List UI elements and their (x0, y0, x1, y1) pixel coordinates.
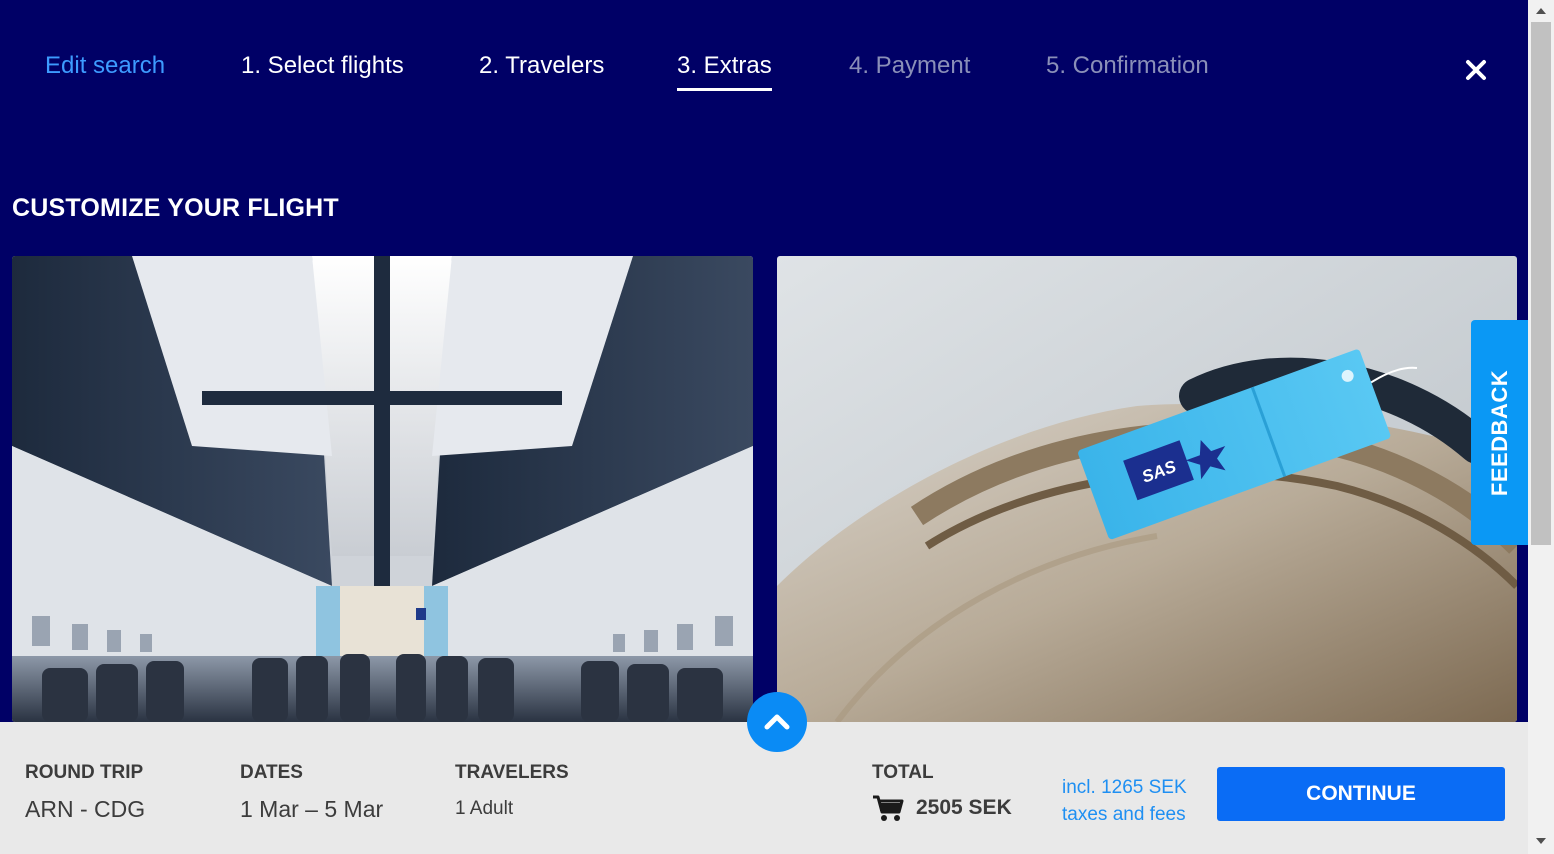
total-amount: 2505 SEK (916, 796, 1012, 819)
feedback-label: FEEDBACK (1486, 369, 1512, 496)
edit-search-link[interactable]: Edit search (45, 52, 165, 80)
step-extras-active[interactable]: 3. Extras (677, 52, 772, 91)
dates-label: DATES (240, 762, 303, 783)
taxes-line-2: taxes and fees (1062, 804, 1186, 825)
suitcase-tag-image: SAS (777, 256, 1517, 722)
step-select-flights[interactable]: 1. Select flights (241, 52, 404, 80)
baggage-card[interactable]: SAS (777, 256, 1517, 722)
cart-icon (873, 795, 904, 821)
total-price: 2505 SEK (872, 794, 1012, 822)
travelers-label: TRAVELERS (455, 762, 569, 783)
scrollbar-thumb[interactable] (1531, 22, 1551, 545)
booking-steps-nav: Edit search 1. Select flights 2. Travele… (0, 0, 1528, 130)
scroll-up-arrow-icon[interactable] (1536, 8, 1546, 14)
aircraft-cabin-image (12, 256, 753, 722)
scroll-down-arrow-icon[interactable] (1536, 838, 1546, 844)
page-title: CUSTOMIZE YOUR FLIGHT (12, 194, 339, 222)
chevron-up-icon (764, 714, 790, 730)
booking-extras-page: Edit search 1. Select flights 2. Travele… (0, 0, 1554, 854)
feedback-tab[interactable]: FEEDBACK (1471, 320, 1528, 545)
step-confirmation: 5. Confirmation (1046, 52, 1209, 79)
close-button[interactable] (1462, 56, 1490, 84)
dates-value: 1 Mar – 5 Mar (240, 796, 384, 822)
step-travelers[interactable]: 2. Travelers (479, 52, 604, 80)
step-payment: 4. Payment (849, 52, 971, 79)
taxes-line-1: incl. 1265 SEK (1062, 777, 1187, 798)
page-scrollbar[interactable] (1528, 0, 1554, 854)
expand-summary-button[interactable] (747, 692, 807, 752)
travelers-value: 1 Adult (455, 798, 514, 819)
continue-button[interactable]: CONTINUE (1217, 767, 1505, 821)
seat-selection-card[interactable] (12, 256, 753, 722)
trip-type-label: ROUND TRIP (25, 762, 144, 783)
total-label: TOTAL (872, 762, 934, 783)
close-icon (1466, 60, 1486, 80)
route-value: ARN - CDG (25, 796, 146, 822)
taxes-info[interactable]: incl. 1265 SEK taxes and fees (1062, 774, 1187, 828)
